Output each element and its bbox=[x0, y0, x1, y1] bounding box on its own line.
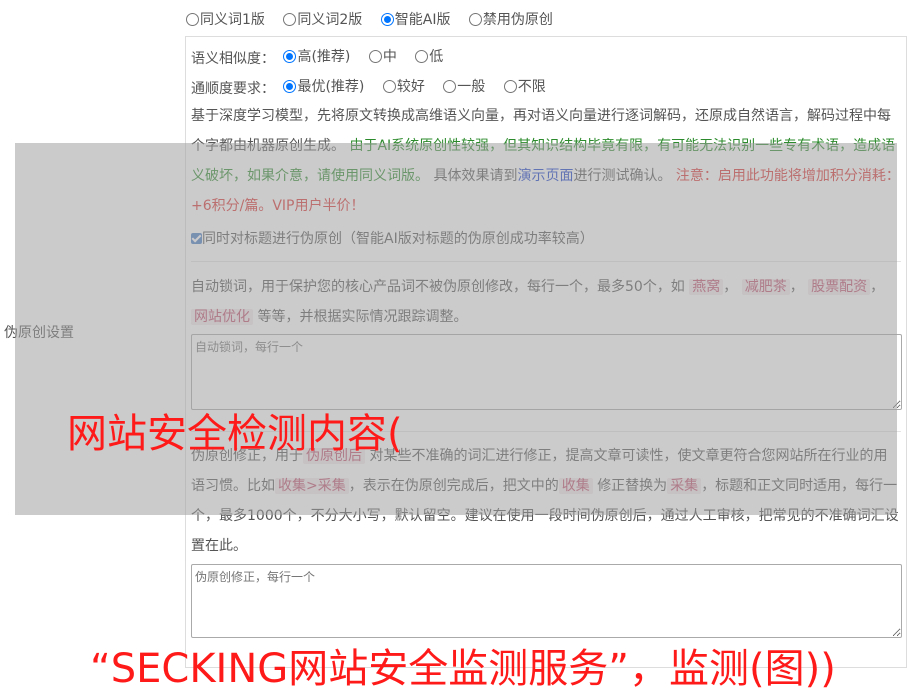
example-tag: 减肥茶 bbox=[741, 279, 790, 295]
version-options: 同义词1版 同义词2版 智能AI版 禁用伪原创 bbox=[186, 9, 567, 30]
radio-icon[interactable] bbox=[186, 12, 199, 26]
radio-icon[interactable] bbox=[368, 49, 382, 63]
version-option-synonym-1[interactable]: 同义词1版 bbox=[186, 9, 265, 29]
watermark-text: “SECKING网站安全监测服务”，监测(图)) bbox=[90, 646, 836, 692]
corrections-input[interactable] bbox=[191, 564, 902, 638]
example-tag: 收集>采集 bbox=[275, 478, 349, 494]
example-tag: 燕窝 bbox=[689, 279, 724, 295]
demo-page-link[interactable]: 演示页面 bbox=[517, 168, 573, 184]
example-tag: 股票配资 bbox=[808, 279, 871, 295]
radio-icon[interactable] bbox=[415, 49, 429, 63]
radio-selected-icon[interactable] bbox=[283, 49, 297, 63]
fluency-unlimited[interactable]: 不限 bbox=[503, 76, 546, 96]
similarity-low[interactable]: 低 bbox=[415, 46, 443, 66]
corrections-description: 伪原创修正，用于 伪原创后 对某些不准确的词汇进行修正，提高文章可读性，使文章更符… bbox=[191, 448, 899, 554]
version-option-synonym-2[interactable]: 同义词2版 bbox=[283, 9, 362, 29]
ai-description: 基于深度学习模型，先将原文转换成高维语义向量，再对语义向量进行逐词解码，还原成自… bbox=[191, 108, 900, 214]
watermark-text: 网站安全检测内容( bbox=[67, 411, 403, 457]
fluency-normal[interactable]: 一般 bbox=[443, 76, 485, 96]
radio-icon[interactable] bbox=[283, 12, 297, 26]
title-rewrite-checkbox[interactable]: 同时对标题进行伪原创（智能AI版对标题的伪原创成功率较高） bbox=[191, 228, 594, 248]
fluency-best[interactable]: 最优(推荐) bbox=[283, 76, 364, 96]
radio-selected-icon[interactable] bbox=[380, 12, 394, 26]
similarity-high[interactable]: 高(推荐) bbox=[283, 46, 350, 66]
similarity-label: 语义相似度： bbox=[191, 50, 275, 67]
radio-icon[interactable] bbox=[468, 12, 482, 26]
radio-icon[interactable] bbox=[382, 79, 396, 93]
radio-selected-icon[interactable] bbox=[283, 79, 297, 93]
fluency-label: 通顺度要求： bbox=[191, 80, 275, 97]
divider bbox=[191, 261, 901, 262]
fluency-row: 通顺度要求： 最优(推荐) 较好 一般 不限 bbox=[191, 76, 560, 98]
example-tag: 采集 bbox=[667, 478, 702, 494]
checkbox-checked-icon[interactable] bbox=[191, 233, 202, 244]
similarity-medium[interactable]: 中 bbox=[368, 46, 397, 66]
radio-icon[interactable] bbox=[503, 79, 517, 93]
example-tag: 网站优化 bbox=[191, 309, 253, 325]
version-option-disable[interactable]: 禁用伪原创 bbox=[468, 9, 553, 29]
example-tag: 收集 bbox=[558, 478, 593, 494]
similarity-row: 语义相似度： 高(推荐) 中 低 bbox=[191, 46, 457, 68]
lock-words-input[interactable] bbox=[191, 334, 902, 410]
lock-words-description: 自动锁词，用于保护您的核心产品词不被伪原创修改，每行一个，最多50个，如 燕窝，… bbox=[191, 279, 885, 325]
radio-icon[interactable] bbox=[443, 79, 457, 93]
version-option-ai[interactable]: 智能AI版 bbox=[380, 9, 450, 29]
settings-section-label: 伪原创设置 bbox=[4, 325, 74, 341]
fluency-good[interactable]: 较好 bbox=[382, 76, 425, 96]
